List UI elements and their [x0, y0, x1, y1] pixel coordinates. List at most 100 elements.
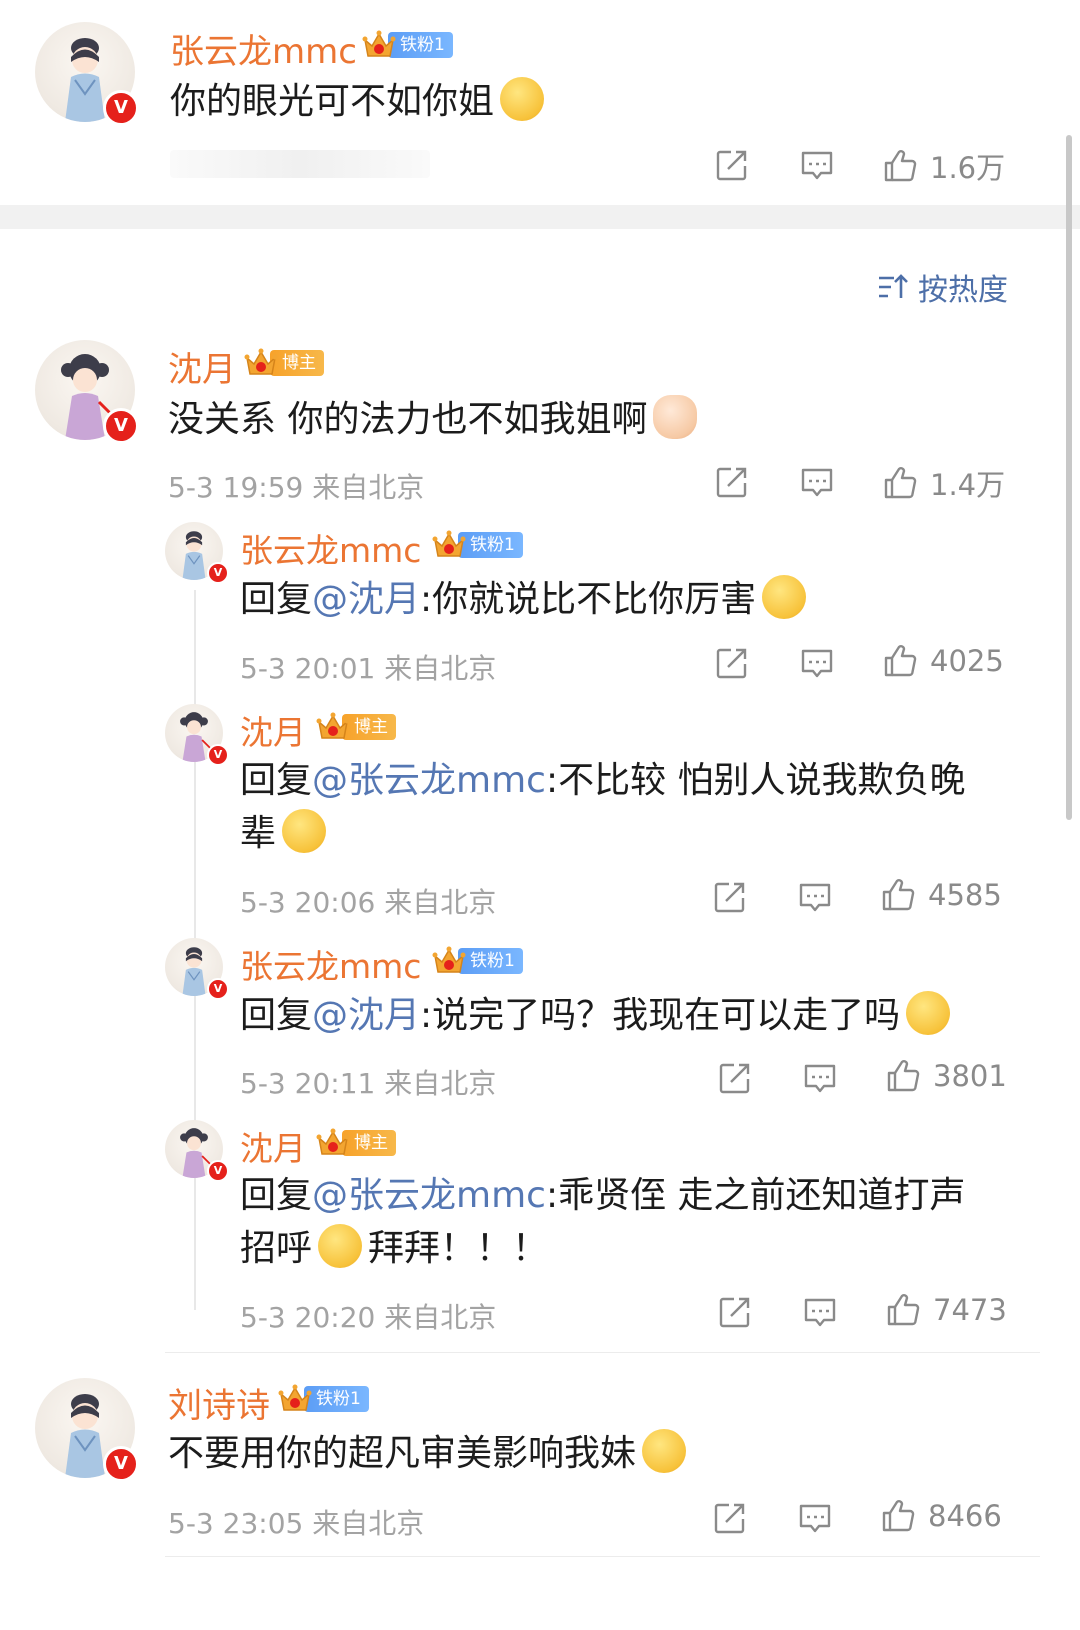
- fan-badge-label: 铁粉1: [388, 32, 453, 58]
- like-button[interactable]: 4025: [882, 643, 1004, 679]
- avatar[interactable]: V: [165, 522, 229, 584]
- reply-text: 回复@张云龙mmc:乖贤侄 走之前还知道打声: [240, 1175, 966, 1216]
- verified-icon: V: [103, 408, 139, 444]
- share-button[interactable]: [712, 879, 748, 915]
- sort-label: 按热度: [918, 273, 1008, 308]
- share-button[interactable]: [714, 464, 750, 500]
- commenter-name[interactable]: 张云龙mmc: [240, 940, 421, 988]
- verified-icon: V: [207, 978, 229, 1000]
- avatar[interactable]: V: [35, 1378, 139, 1482]
- like-count: 4585: [928, 878, 1002, 912]
- like-button[interactable]: 8466: [880, 1498, 1002, 1534]
- verified-icon: V: [103, 90, 139, 126]
- share-icon: [712, 1500, 748, 1536]
- commenter-name[interactable]: 刘诗诗: [168, 1378, 270, 1427]
- shush-emoji-icon: [762, 575, 807, 619]
- section-divider: [0, 205, 1080, 229]
- commenter-name[interactable]: 沈月: [240, 706, 306, 754]
- mention-link[interactable]: @张云龙mmc: [312, 760, 546, 801]
- comment-button[interactable]: [797, 879, 833, 915]
- comment-button[interactable]: [799, 464, 835, 500]
- fan-badge[interactable]: 铁粉1: [362, 30, 453, 60]
- like-count: 4025: [930, 644, 1004, 678]
- commenter-name[interactable]: 沈月: [168, 342, 236, 391]
- comment-icon: [802, 1060, 838, 1096]
- comment-icon: [797, 1500, 833, 1536]
- like-icon: [885, 1058, 921, 1094]
- verified-icon: V: [207, 562, 229, 584]
- crown-icon: [362, 28, 396, 62]
- comment-button[interactable]: [799, 645, 835, 681]
- share-icon: [714, 464, 750, 500]
- commenter-name[interactable]: 沈月: [240, 1122, 306, 1170]
- sort-toggle[interactable]: 按热度: [876, 265, 1008, 309]
- avatar[interactable]: V: [165, 1120, 229, 1182]
- grin-emoji-icon: [282, 809, 327, 853]
- comment-text: 你的眼光可不如你姐: [170, 76, 545, 128]
- fan-badge-label: 铁粉1: [458, 532, 523, 558]
- fan-badge-label: 铁粉1: [304, 1386, 369, 1412]
- comment-meta: 5-3 20:06 来自北京: [240, 886, 497, 919]
- comment-meta: 5-3 19:59 来自北京: [168, 471, 425, 504]
- avatar[interactable]: V: [35, 22, 139, 126]
- blogger-badge[interactable]: 博主: [316, 712, 396, 742]
- comment-icon: [799, 645, 835, 681]
- comment-icon: [797, 879, 833, 915]
- blogger-badge[interactable]: 博主: [316, 1128, 396, 1158]
- share-button[interactable]: [714, 645, 750, 681]
- share-button[interactable]: [717, 1060, 753, 1096]
- share-icon: [712, 879, 748, 915]
- commenter-name[interactable]: 张云龙mmc: [170, 24, 357, 73]
- like-icon: [882, 465, 918, 501]
- divider: [165, 1556, 1040, 1557]
- like-button[interactable]: 4585: [880, 877, 1002, 913]
- blogger-badge-label: 博主: [270, 350, 324, 376]
- blogger-badge-label: 博主: [342, 714, 396, 740]
- like-button[interactable]: 3801: [885, 1058, 1007, 1094]
- verified-icon: V: [207, 1160, 229, 1182]
- comment-button[interactable]: [802, 1060, 838, 1096]
- share-button[interactable]: [717, 1294, 753, 1330]
- comment-text: 不要用你的超凡审美影响我妹: [168, 1428, 687, 1480]
- gesture-emoji-icon: [653, 395, 698, 439]
- share-button[interactable]: [712, 1500, 748, 1536]
- comment-button[interactable]: [802, 1294, 838, 1330]
- commenter-name[interactable]: 张云龙mmc: [240, 524, 421, 572]
- comment-icon: [799, 147, 835, 183]
- like-icon: [882, 643, 918, 679]
- like-button[interactable]: 1.4万: [882, 462, 1005, 504]
- share-icon: [714, 645, 750, 681]
- reply-text-continued: 招呼 拜拜！！！: [240, 1223, 548, 1275]
- reply-text: 回复@沈月:你就说比不比你厉害: [240, 574, 807, 626]
- scrollbar[interactable]: [1066, 135, 1072, 820]
- like-icon: [880, 877, 916, 913]
- avatar[interactable]: V: [165, 938, 229, 1000]
- doge-emoji-icon: [500, 77, 545, 121]
- comment-button[interactable]: [797, 1500, 833, 1536]
- like-count: 1.6万: [930, 151, 1006, 185]
- crown-icon: [432, 944, 466, 978]
- avatar[interactable]: V: [35, 340, 139, 444]
- mention-link[interactable]: @沈月: [312, 995, 420, 1036]
- fan-badge[interactable]: 铁粉1: [432, 530, 523, 560]
- comment-icon: [802, 1294, 838, 1330]
- share-button[interactable]: [714, 147, 750, 183]
- crown-icon: [432, 528, 466, 562]
- comment-meta: 5-3 23:05 来自北京: [168, 1507, 425, 1540]
- blogger-badge[interactable]: 博主: [244, 348, 324, 378]
- comment-button[interactable]: [799, 147, 835, 183]
- fan-badge[interactable]: 铁粉1: [432, 946, 523, 976]
- blurred-meta: [170, 150, 430, 178]
- avatar[interactable]: V: [165, 704, 229, 766]
- mention-link[interactable]: @张云龙mmc: [312, 1175, 546, 1216]
- sort-icon: [876, 270, 910, 304]
- verified-icon: V: [103, 1446, 139, 1482]
- like-button[interactable]: 1.6万: [882, 145, 1005, 187]
- like-count: 7473: [933, 1293, 1007, 1327]
- fan-badge[interactable]: 铁粉1: [278, 1384, 369, 1414]
- crown-icon: [278, 1382, 312, 1416]
- comment-meta: 5-3 20:20 来自北京: [240, 1301, 497, 1334]
- mention-link[interactable]: @沈月: [312, 579, 420, 620]
- like-button[interactable]: 7473: [885, 1292, 1007, 1328]
- crown-icon: [316, 1126, 350, 1160]
